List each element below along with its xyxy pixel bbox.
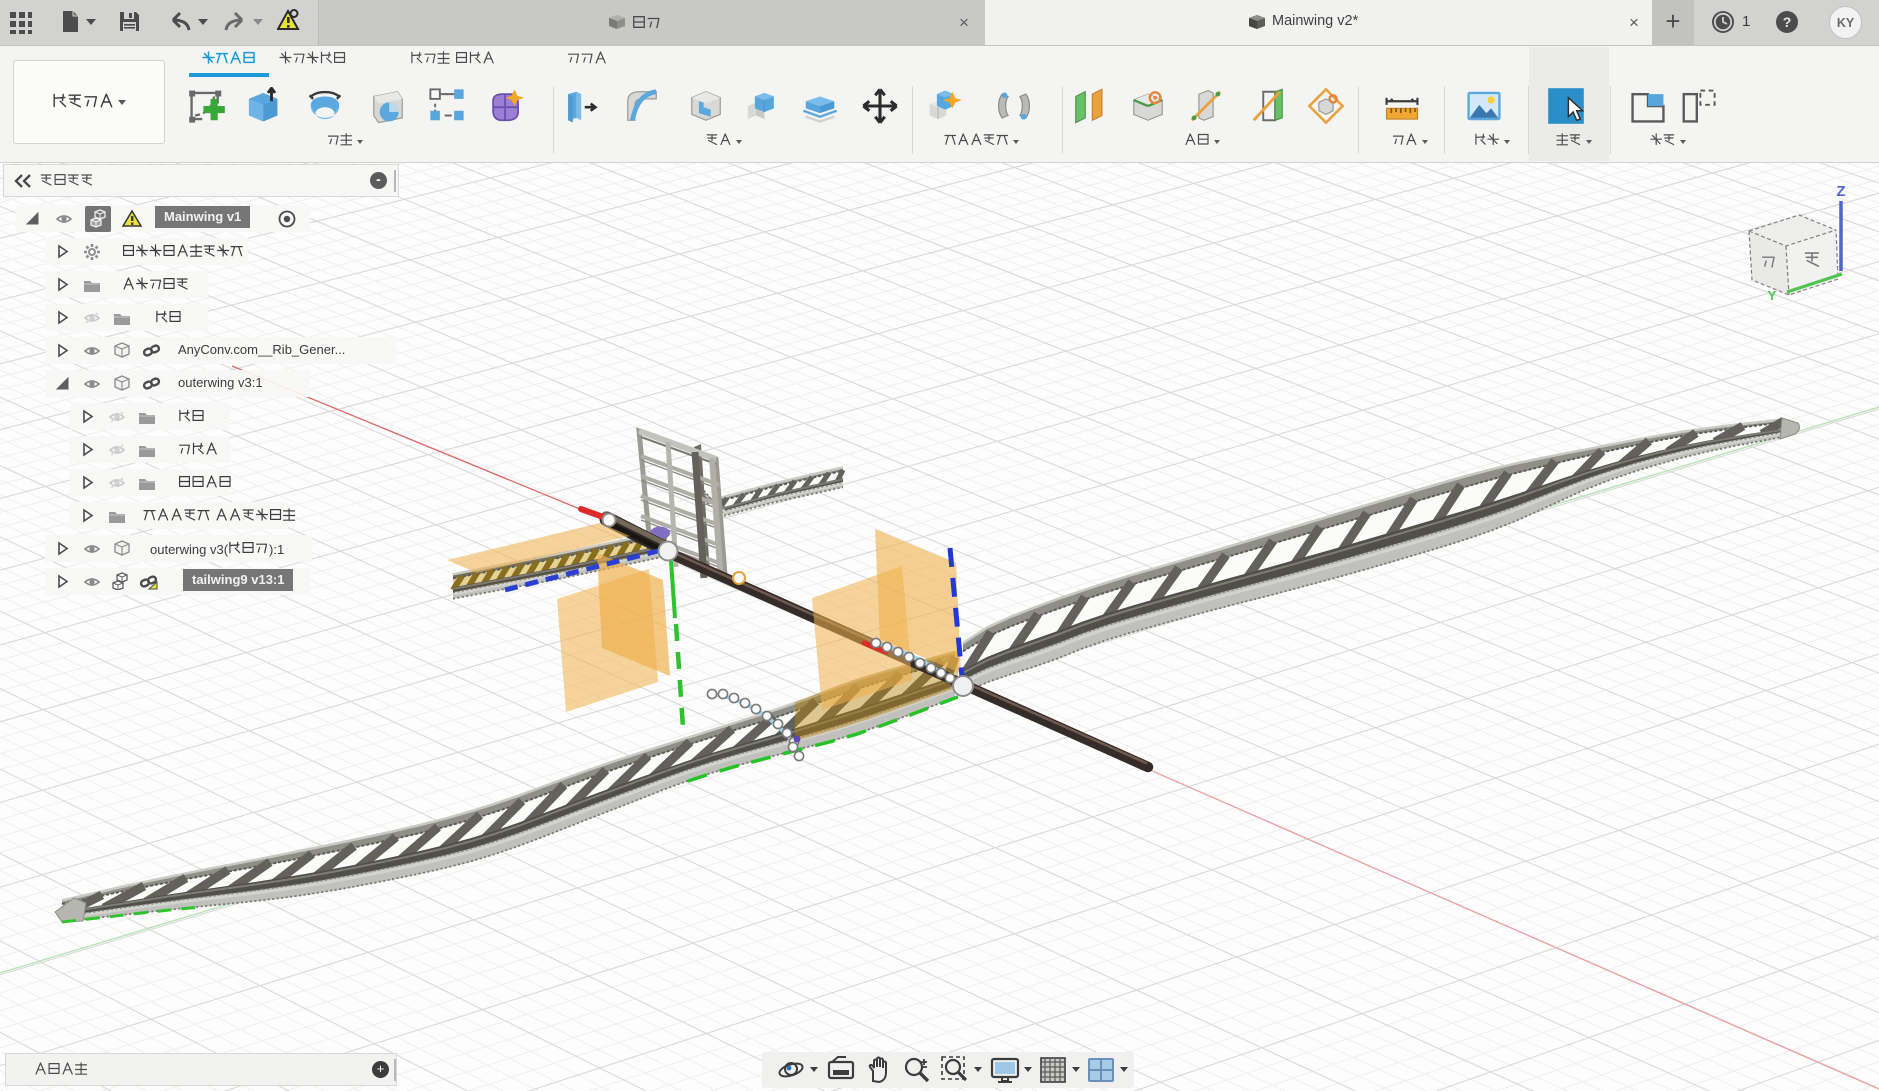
svg-text:?: ? bbox=[1783, 14, 1792, 30]
svg-text:Z: Z bbox=[1836, 183, 1845, 200]
svg-text:Y: Y bbox=[1768, 288, 1777, 303]
